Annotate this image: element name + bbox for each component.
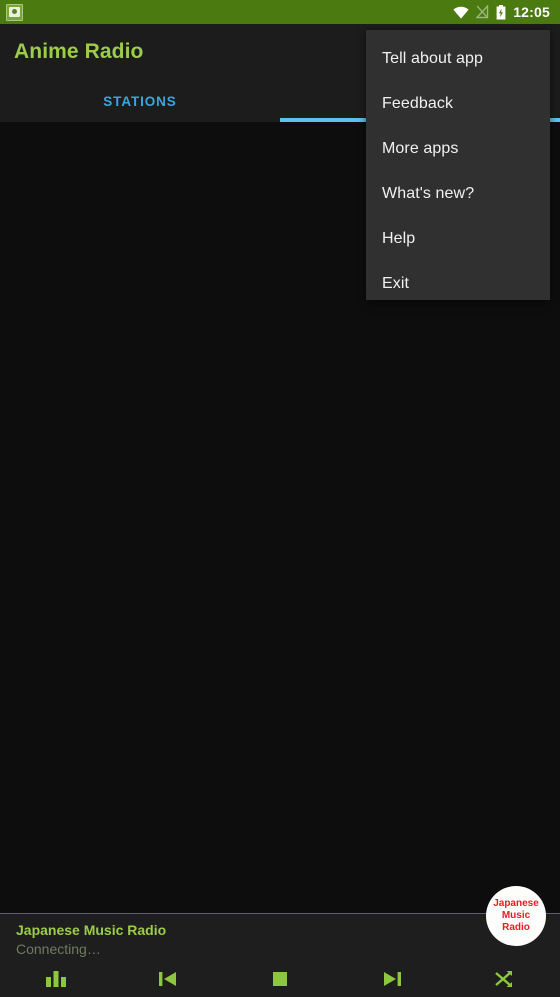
app-root: 12:05 Anime Radio STATIONS Tell about ap… — [0, 0, 560, 997]
menu-item-tell-about-app[interactable]: Tell about app — [366, 36, 550, 81]
menu-item-feedback[interactable]: Feedback — [366, 81, 550, 126]
shuffle-button[interactable] — [448, 959, 560, 997]
tab-stations[interactable]: STATIONS — [0, 80, 280, 122]
overflow-menu: Tell about app Feedback More apps What's… — [366, 30, 550, 300]
equalizer-button[interactable] — [0, 959, 112, 997]
now-playing-bar: Japanese Music Radio Connecting… — [0, 913, 560, 997]
next-icon — [384, 971, 401, 986]
player-controls — [0, 959, 560, 997]
station-logo-badge[interactable]: Japanese Music Radio — [486, 886, 546, 946]
wifi-icon — [453, 6, 469, 19]
status-bar-icons: 12:05 — [453, 4, 550, 20]
next-button[interactable] — [336, 959, 448, 997]
badge-line-2: Music — [501, 910, 531, 921]
battery-charging-icon — [496, 4, 506, 19]
now-playing-status: Connecting… — [16, 941, 101, 957]
now-playing-title: Japanese Music Radio — [16, 922, 167, 938]
previous-button[interactable] — [112, 959, 224, 997]
no-signal-icon — [476, 5, 489, 19]
shuffle-icon — [495, 970, 512, 987]
menu-item-exit[interactable]: Exit — [366, 261, 550, 306]
stop-icon — [273, 971, 287, 986]
stop-button[interactable] — [224, 959, 336, 997]
equalizer-icon — [46, 970, 66, 987]
previous-icon — [159, 971, 176, 986]
badge-line-1: Japanese — [493, 898, 539, 909]
status-clock: 12:05 — [513, 4, 550, 20]
badge-line-3: Radio — [502, 922, 530, 933]
status-bar: 12:05 — [0, 0, 560, 24]
app-notification-icon — [6, 3, 23, 21]
menu-item-whats-new[interactable]: What's new? — [366, 171, 550, 216]
menu-item-help[interactable]: Help — [366, 216, 550, 261]
page-title: Anime Radio — [14, 40, 144, 63]
menu-item-more-apps[interactable]: More apps — [366, 126, 550, 171]
